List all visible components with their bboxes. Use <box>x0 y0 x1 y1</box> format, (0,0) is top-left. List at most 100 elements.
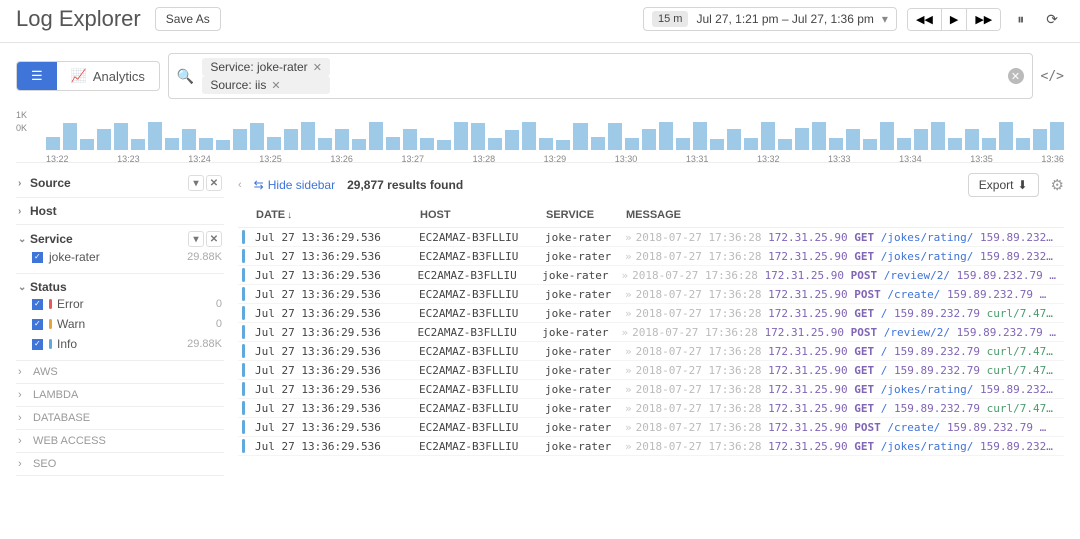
histogram-bar[interactable] <box>522 122 536 150</box>
histogram-bar[interactable] <box>335 129 349 150</box>
time-range-picker[interactable]: 15 m Jul 27, 1:21 pm – Jul 27, 1:36 pm ▾ <box>643 7 897 31</box>
close-facet-button[interactable]: ✕ <box>206 175 222 191</box>
search-bar[interactable]: 🔍 Service: joke-rater✕Source: iis✕ ✕ <box>168 53 1033 99</box>
histogram-bar[interactable] <box>914 129 928 150</box>
facet-item[interactable]: Info29.88K <box>18 334 222 354</box>
facet-item[interactable]: Error0 <box>18 294 222 314</box>
filter-chip[interactable]: Source: iis✕ <box>202 76 330 94</box>
col-service-header[interactable]: SERVICE <box>546 209 626 221</box>
refresh-icon[interactable]: ⟳ <box>1040 7 1064 32</box>
table-row[interactable]: Jul 27 13:36:29.536EC2AMAZ-B3FLLIUjoke-r… <box>238 247 1064 266</box>
facet-source-header[interactable]: › Source ▾✕ <box>18 175 222 191</box>
table-row[interactable]: Jul 27 13:36:29.536EC2AMAZ-B3FLLIUjoke-r… <box>238 323 1064 342</box>
histogram-bar[interactable] <box>931 122 945 150</box>
facet-collapsed[interactable]: › DATABASE <box>16 407 224 430</box>
histogram-bar[interactable] <box>148 122 162 150</box>
histogram-bar[interactable] <box>573 123 587 150</box>
histogram-bar[interactable] <box>131 139 145 150</box>
collapse-icon[interactable]: ‹ <box>238 179 242 191</box>
histogram-bar[interactable] <box>999 122 1013 150</box>
checkbox-icon[interactable] <box>32 339 43 350</box>
histogram-bar[interactable] <box>488 138 502 150</box>
facet-item[interactable]: joke-rater29.88K <box>18 247 222 267</box>
histogram-bar[interactable] <box>846 129 860 150</box>
histogram-bar[interactable] <box>556 140 570 150</box>
histogram-bar[interactable] <box>80 139 94 150</box>
histogram-bar[interactable] <box>505 130 519 150</box>
histogram-bar[interactable] <box>233 129 247 150</box>
col-date-header[interactable]: DATE↓ <box>256 209 420 221</box>
histogram-bar[interactable] <box>948 138 962 150</box>
histogram-bar[interactable] <box>165 138 179 150</box>
filter-icon[interactable]: ▾ <box>188 231 204 247</box>
histogram-bar[interactable] <box>539 138 553 150</box>
histogram-bar[interactable] <box>369 122 383 150</box>
histogram-bar[interactable] <box>420 138 434 150</box>
histogram-bar[interactable] <box>471 123 485 150</box>
histogram-bar[interactable] <box>454 122 468 150</box>
table-row[interactable]: Jul 27 13:36:29.536EC2AMAZ-B3FLLIUjoke-r… <box>238 304 1064 323</box>
histogram-bar[interactable] <box>880 122 894 150</box>
save-as-button[interactable]: Save As <box>155 7 221 31</box>
histogram-bar[interactable] <box>982 138 996 150</box>
checkbox-icon[interactable] <box>32 299 43 310</box>
histogram-bar[interactable] <box>659 122 673 150</box>
rewind-button[interactable]: ◀◀ <box>908 9 942 30</box>
gear-icon[interactable]: ⚙ <box>1051 176 1064 194</box>
histogram-bar[interactable] <box>812 122 826 150</box>
histogram-bar[interactable] <box>710 139 724 150</box>
facet-collapsed[interactable]: › SEO <box>16 453 224 476</box>
histogram-bar[interactable] <box>591 137 605 150</box>
histogram-bar[interactable] <box>761 122 775 150</box>
histogram-bar[interactable] <box>778 139 792 150</box>
facet-service-header[interactable]: ⌄ Service ▾✕ <box>18 231 222 247</box>
facet-collapsed[interactable]: › WEB ACCESS <box>16 430 224 453</box>
table-row[interactable]: Jul 27 13:36:29.536EC2AMAZ-B3FLLIUjoke-r… <box>238 418 1064 437</box>
table-row[interactable]: Jul 27 13:36:29.536EC2AMAZ-B3FLLIUjoke-r… <box>238 342 1064 361</box>
table-row[interactable]: Jul 27 13:36:29.536EC2AMAZ-B3FLLIUjoke-r… <box>238 380 1064 399</box>
histogram-bar[interactable] <box>97 129 111 150</box>
facet-collapsed[interactable]: › AWS <box>16 361 224 384</box>
facet-item[interactable]: Warn0 <box>18 314 222 334</box>
histogram-bar[interactable] <box>386 137 400 150</box>
histogram-bar[interactable] <box>625 138 639 150</box>
histogram-bar[interactable] <box>63 123 77 150</box>
histogram-bar[interactable] <box>250 123 264 150</box>
histogram-bar[interactable] <box>1033 129 1047 150</box>
filter-icon[interactable]: ▾ <box>188 175 204 191</box>
table-row[interactable]: Jul 27 13:36:29.536EC2AMAZ-B3FLLIUjoke-r… <box>238 228 1064 247</box>
histogram-bar[interactable] <box>608 123 622 150</box>
code-view-toggle[interactable]: </> <box>1041 69 1064 84</box>
histogram-bar[interactable] <box>863 139 877 150</box>
histogram-bar[interactable] <box>301 122 315 150</box>
histogram-bar[interactable] <box>1050 122 1064 150</box>
checkbox-icon[interactable] <box>32 319 43 330</box>
histogram-bar[interactable] <box>216 140 230 150</box>
histogram-bar[interactable] <box>46 137 60 150</box>
histogram-bar[interactable] <box>642 129 656 150</box>
histogram-bar[interactable] <box>114 123 128 150</box>
checkbox-icon[interactable] <box>32 252 43 263</box>
forward-button[interactable]: ▶▶ <box>967 9 1000 30</box>
histogram-bar[interactable] <box>318 138 332 150</box>
histogram-chart[interactable]: 1K 0K 13:2213:2313:2413:2513:2613:2713:2… <box>16 111 1064 163</box>
histogram-bar[interactable] <box>744 138 758 150</box>
table-row[interactable]: Jul 27 13:36:29.536EC2AMAZ-B3FLLIUjoke-r… <box>238 266 1064 285</box>
export-button[interactable]: Export⬇ <box>968 173 1039 197</box>
table-row[interactable]: Jul 27 13:36:29.536EC2AMAZ-B3FLLIUjoke-r… <box>238 437 1064 456</box>
clear-search-button[interactable]: ✕ <box>1008 68 1024 84</box>
histogram-bar[interactable] <box>284 129 298 150</box>
histogram-bar[interactable] <box>352 139 366 150</box>
list-view-button[interactable]: ☰ <box>17 62 57 90</box>
histogram-bar[interactable] <box>676 138 690 150</box>
facet-status-header[interactable]: ⌄ Status <box>18 280 222 294</box>
col-host-header[interactable]: HOST <box>420 209 546 221</box>
table-row[interactable]: Jul 27 13:36:29.536EC2AMAZ-B3FLLIUjoke-r… <box>238 399 1064 418</box>
histogram-bar[interactable] <box>437 140 451 150</box>
histogram-bar[interactable] <box>693 122 707 150</box>
facet-collapsed[interactable]: › LAMBDA <box>16 384 224 407</box>
remove-chip-icon[interactable]: ✕ <box>271 79 280 92</box>
table-row[interactable]: Jul 27 13:36:29.536EC2AMAZ-B3FLLIUjoke-r… <box>238 285 1064 304</box>
hide-sidebar-button[interactable]: ⇆ Hide sidebar <box>254 178 335 192</box>
pause-icon[interactable]: ⏸ <box>1011 7 1030 32</box>
